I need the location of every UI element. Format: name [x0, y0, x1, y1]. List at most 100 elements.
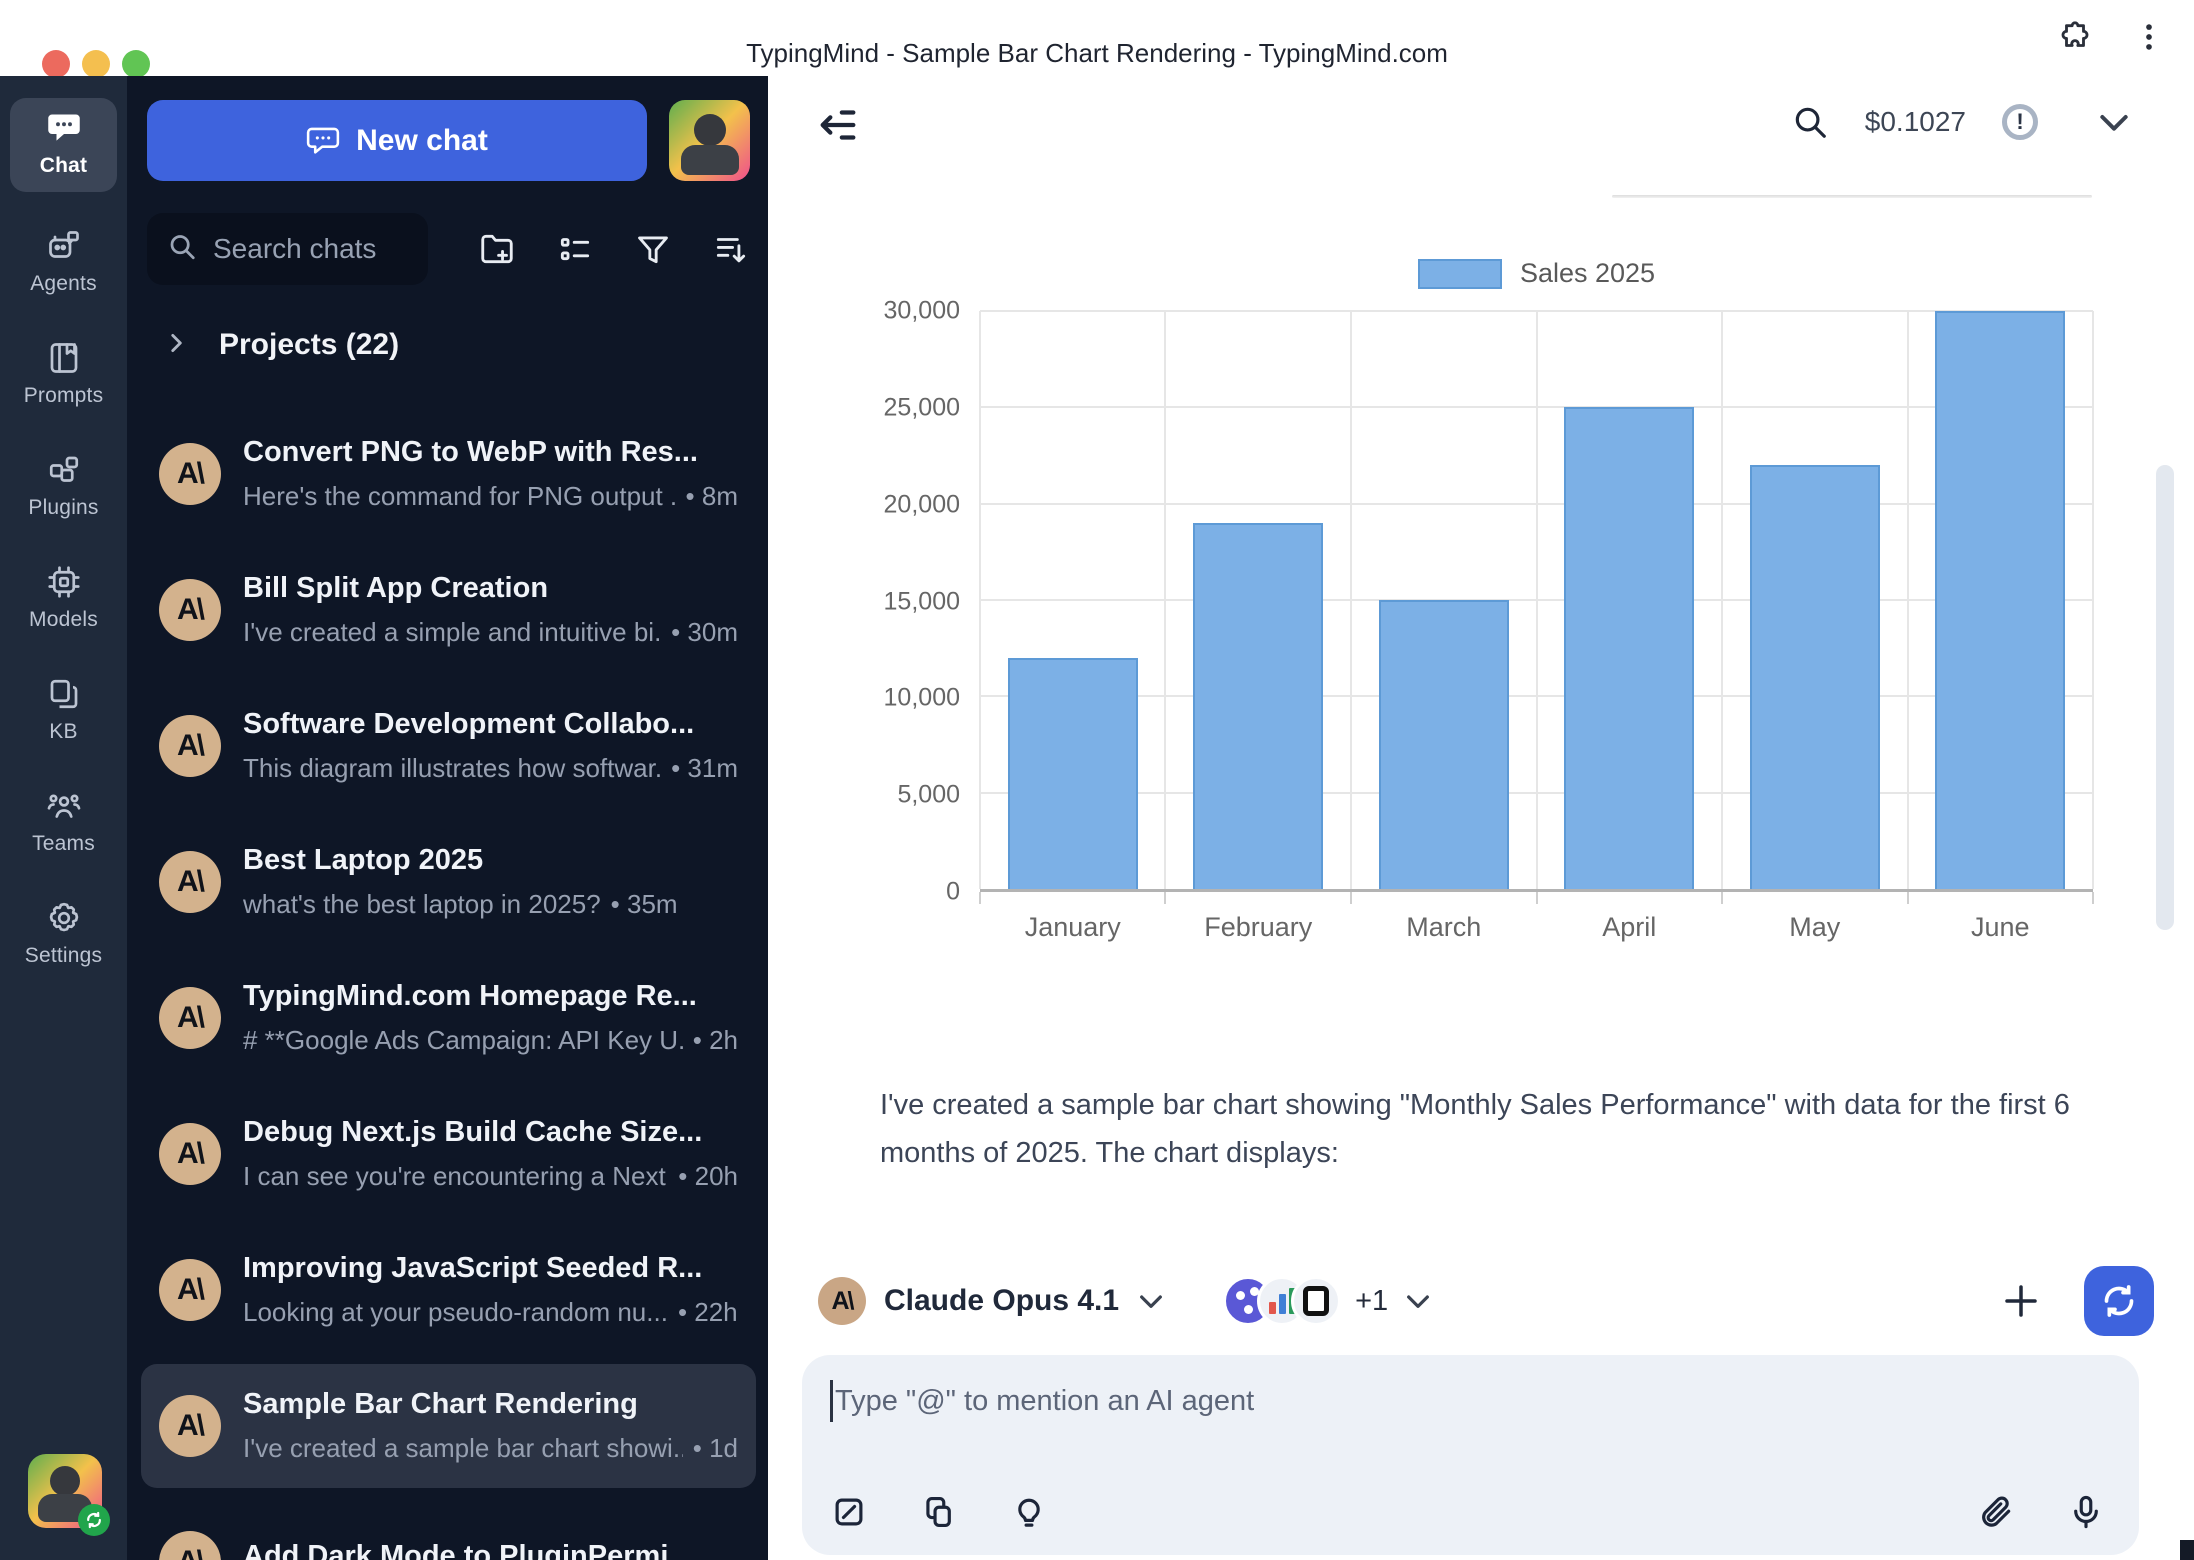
- anthropic-avatar: A\: [159, 987, 221, 1049]
- bar-january: [1008, 658, 1138, 889]
- lightbulb-icon[interactable]: [1010, 1493, 1048, 1531]
- x-tick-mark: [979, 892, 981, 904]
- notebook-prompts-icon: [46, 340, 82, 376]
- add-attachment-plus-icon[interactable]: [2000, 1280, 2042, 1322]
- nav-label-chat: Chat: [40, 154, 87, 178]
- chat-list-item[interactable]: A\ Add Dark Mode to PluginPermi...: [141, 1500, 756, 1560]
- anthropic-avatar: A\: [159, 1259, 221, 1321]
- window-corner: [2180, 1540, 2194, 1560]
- microphone-icon[interactable]: [2067, 1493, 2105, 1531]
- nav-item-settings[interactable]: Settings: [10, 888, 117, 982]
- regenerate-button[interactable]: [2084, 1266, 2154, 1336]
- chevron-down-icon[interactable]: [1135, 1285, 1167, 1317]
- collapse-sidebar-icon[interactable]: [815, 102, 861, 153]
- new-chat-button[interactable]: New chat: [147, 100, 647, 181]
- chat-list-item[interactable]: A\ Software Development Collabo... This …: [141, 684, 756, 808]
- chat-list-item[interactable]: A\ Convert PNG to WebP with Res... Here'…: [141, 412, 756, 536]
- chat-snippet: Looking at your pseudo-random nu...: [243, 1297, 668, 1328]
- chat-title: Debug Next.js Build Cache Size...: [243, 1116, 738, 1149]
- scrollbar-thumb[interactable]: [2156, 465, 2174, 930]
- chat-list-item[interactable]: A\ TypingMind.com Homepage Re... # **Goo…: [141, 956, 756, 1080]
- bar-chart-plot: [980, 311, 2093, 892]
- y-tick-label: 5,000: [897, 781, 960, 810]
- chevron-down-icon[interactable]: [1402, 1285, 1434, 1317]
- chat-title: Best Laptop 2025: [243, 844, 738, 877]
- paperclip-attach-icon[interactable]: [1977, 1493, 2015, 1531]
- x-tick-mark: [1907, 892, 1909, 904]
- chat-snippet: # **Google Ads Campaign: API Key U...: [243, 1025, 683, 1056]
- chat-list-item[interactable]: A\ Bill Split App Creation I've created …: [141, 548, 756, 672]
- nav-rail: Chat Agents Prompts Plugins Models KB: [0, 76, 127, 1560]
- nav-item-prompts[interactable]: Prompts: [10, 328, 117, 422]
- model-selector[interactable]: Claude Opus 4.1: [884, 1284, 1119, 1318]
- anthropic-avatar: A\: [159, 1395, 221, 1457]
- nav-label-kb: KB: [49, 720, 77, 744]
- cost-warning-icon[interactable]: !: [2002, 104, 2038, 140]
- y-tick-label: 20,000: [884, 490, 960, 519]
- sort-descending-icon[interactable]: [712, 230, 750, 268]
- chat-snippet: what's the best laptop in 2025?: [243, 889, 601, 920]
- avatar-silhouette-body: [681, 145, 739, 175]
- v-gridline: [2092, 311, 2094, 889]
- chat-list-item[interactable]: A\ Best Laptop 2025 what's the best lapt…: [141, 820, 756, 944]
- list-view-icon[interactable]: [556, 230, 594, 268]
- chart-legend[interactable]: Sales 2025: [980, 258, 2093, 289]
- plugins-selector[interactable]: [1223, 1276, 1341, 1326]
- bar-march: [1379, 600, 1509, 889]
- extensions-puzzle-icon[interactable]: [2058, 20, 2092, 54]
- x-tick-label: January: [1025, 912, 1121, 943]
- chat-title: Software Development Collabo...: [243, 708, 738, 741]
- nav-item-plugins[interactable]: Plugins: [10, 440, 117, 534]
- chart-x-axis: JanuaryFebruaryMarchAprilMayJune: [980, 912, 2093, 952]
- chat-title: Sample Bar Chart Rendering: [243, 1388, 738, 1421]
- chat-snippet: I've created a sample bar chart showi...: [243, 1433, 683, 1464]
- nav-item-agents[interactable]: Agents: [10, 216, 117, 310]
- chat-snippet: I can see you're encountering a Next...: [243, 1161, 668, 1192]
- plugin-avatar-canvas: [1291, 1276, 1341, 1326]
- message-input[interactable]: [835, 1385, 2111, 1418]
- pages-copy-icon[interactable]: [920, 1493, 958, 1531]
- chat-search: [147, 213, 428, 285]
- nav-item-kb[interactable]: KB: [10, 664, 117, 758]
- robot-agents-icon: [46, 228, 82, 264]
- chat-sidebar: New chat: [127, 76, 768, 1560]
- chart-y-axis: 05,00010,00015,00020,00025,00030,000: [768, 311, 968, 892]
- message-input-card[interactable]: [802, 1355, 2139, 1555]
- search-conversation-icon[interactable]: [1791, 103, 1829, 141]
- y-tick-label: 0: [946, 878, 960, 907]
- chat-list: A\ Convert PNG to WebP with Res... Here'…: [141, 412, 756, 1560]
- v-gridline: [1536, 311, 1538, 889]
- projects-section-toggle[interactable]: Projects (22): [163, 328, 399, 362]
- chat-bubble-icon: [46, 110, 82, 146]
- nav-item-teams[interactable]: Teams: [10, 776, 117, 870]
- bar-june: [1935, 311, 2065, 889]
- browser-menu-kebab-icon[interactable]: [2132, 20, 2166, 54]
- chevron-down-icon[interactable]: [2094, 102, 2134, 142]
- x-tick-mark: [1721, 892, 1723, 904]
- user-avatar[interactable]: [669, 100, 750, 181]
- header-divider: [1612, 195, 2092, 198]
- canvas-edit-icon[interactable]: [830, 1493, 868, 1531]
- filter-funnel-icon[interactable]: [634, 230, 672, 268]
- nav-item-models[interactable]: Models: [10, 552, 117, 646]
- new-folder-icon[interactable]: [478, 230, 516, 268]
- v-gridline: [1907, 311, 1909, 889]
- chat-title: Bill Split App Creation: [243, 572, 738, 605]
- chat-list-item[interactable]: A\ Debug Next.js Build Cache Size... I c…: [141, 1092, 756, 1216]
- anthropic-avatar: A\: [159, 715, 221, 777]
- bar-april: [1564, 407, 1694, 889]
- x-tick-mark: [1164, 892, 1166, 904]
- account-avatar[interactable]: [28, 1454, 102, 1528]
- chat-list-item[interactable]: A\ Sample Bar Chart Rendering I've creat…: [141, 1364, 756, 1488]
- chat-timestamp: • 35m: [611, 889, 678, 920]
- nav-item-chat[interactable]: Chat: [10, 98, 117, 192]
- usage-cost[interactable]: $0.1027: [1865, 106, 1966, 138]
- chat-timestamp: • 2h: [693, 1025, 738, 1056]
- new-chat-label: New chat: [356, 124, 488, 158]
- chat-timestamp: • 22h: [678, 1297, 738, 1328]
- composer-model-row: A\ Claude Opus 4.1 +1: [818, 1261, 2154, 1341]
- x-tick-label: March: [1406, 912, 1481, 943]
- chat-list-item[interactable]: A\ Improving JavaScript Seeded R... Look…: [141, 1228, 756, 1352]
- nav-label-agents: Agents: [30, 272, 97, 296]
- chat-snippet: I've created a simple and intuitive bi..…: [243, 617, 661, 648]
